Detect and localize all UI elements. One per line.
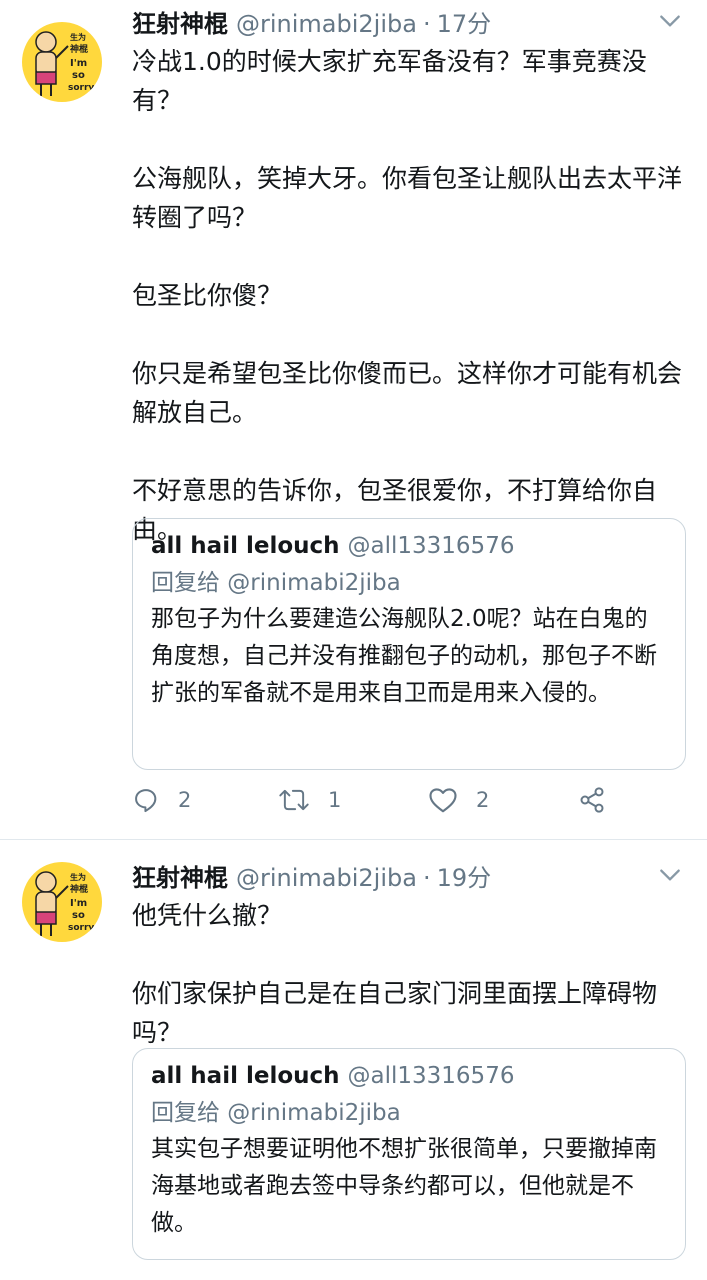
reply-to-label: 回复给 @rinimabi2jiba <box>151 570 401 596</box>
avatar-text: 神棍 <box>70 43 88 55</box>
avatar-text: 生为 <box>70 32 86 42</box>
quoted-handle: @all13316576 <box>347 533 515 559</box>
share-button[interactable] <box>578 786 624 814</box>
tweet[interactable]: 生为 神棍 I'm so sorry 狂射神棍 @rinimabi2jiba ·… <box>0 840 707 1280</box>
avatar-text: so <box>72 910 85 921</box>
heart-icon <box>429 788 457 813</box>
user-handle[interactable]: @rinimabi2jiba <box>236 864 417 892</box>
timestamp[interactable]: 17分 <box>437 4 492 39</box>
avatar-text: I'm <box>70 898 87 909</box>
quoted-text: 其实包子想要证明他不想扩张很简单，只要撤掉南海基地或者跑去签中导条约都可以，但他… <box>151 1136 657 1236</box>
tweet-paragraph: 包圣比你傻？ <box>132 281 283 310</box>
retweet-count: 1 <box>328 788 342 812</box>
tweet[interactable]: 生为 神棍 I'm so sorry 狂射神棍 @rinimabi2jiba ·… <box>0 0 707 840</box>
reply-count: 2 <box>178 788 192 812</box>
quoted-display-name: all hail lelouch <box>151 533 340 559</box>
tweet-actions: 2 1 2 <box>132 786 612 826</box>
user-handle[interactable]: @rinimabi2jiba <box>236 10 417 38</box>
quoted-tweet[interactable]: all hail lelouch @all13316576 回复给 @rinim… <box>132 518 686 770</box>
quoted-header: all hail lelouch @all13316576 <box>151 1063 667 1089</box>
tweet-header: 狂射神棍 @rinimabi2jiba · 17分 <box>132 4 683 40</box>
quoted-tweet[interactable]: all hail lelouch @all13316576 回复给 @rinim… <box>132 1048 686 1260</box>
avatar-text: 神棍 <box>70 883 88 895</box>
timestamp[interactable]: 19分 <box>437 858 492 893</box>
like-count: 2 <box>476 788 490 812</box>
separator-dot: · <box>422 10 431 38</box>
like-button[interactable]: 2 <box>428 786 489 814</box>
reply-icon <box>135 789 157 813</box>
tweet-paragraph: 他凭什么撤？ <box>132 901 283 930</box>
avatar-text: 生为 <box>70 872 86 882</box>
chevron-down-icon[interactable] <box>657 862 683 888</box>
avatar[interactable]: 生为 神棍 I'm so sorry <box>22 22 102 102</box>
avatar-text: I'm <box>70 58 87 69</box>
avatar-text: so <box>72 70 85 81</box>
retweet-icon <box>279 789 309 811</box>
share-icon <box>580 787 604 813</box>
quoted-handle: @all13316576 <box>347 1063 515 1089</box>
separator-dot: · <box>422 864 431 892</box>
quoted-text: 那包子为什么要建造公海舰队2.0呢？站在白鬼的角度想，自己并没有推翻包子的动机，… <box>151 606 657 706</box>
tweet-text: 冷战1.0的时候大家扩充军备没有？军事竞赛没有？ 公海舰队，笑掉大牙。你看包圣让… <box>132 42 683 549</box>
avatar-illustration: 生为 神棍 I'm so sorry <box>35 31 94 96</box>
display-name[interactable]: 狂射神棍 <box>132 858 228 893</box>
tweet-paragraph: 你只是希望包圣比你傻而已。这样你才可能有机会解放自己。 <box>132 359 683 427</box>
tweet-paragraph: 你们家保护自己是在自己家门洞里面摆上障碍物吗？ <box>132 979 658 1047</box>
avatar-illustration: 生为 神棍 I'm so sorry <box>35 871 94 936</box>
avatar-text: sorry <box>68 923 94 933</box>
tweet-paragraph: 冷战1.0的时候大家扩充军备没有？军事竞赛没有？ <box>132 47 647 115</box>
chevron-down-icon[interactable] <box>657 8 683 34</box>
quoted-header: all hail lelouch @all13316576 <box>151 533 667 559</box>
avatar-text: sorry <box>68 83 94 93</box>
avatar[interactable]: 生为 神棍 I'm so sorry <box>22 862 102 942</box>
tweet-paragraph: 公海舰队，笑掉大牙。你看包圣让舰队出去太平洋转圈了吗？ <box>132 164 683 232</box>
tweet-header: 狂射神棍 @rinimabi2jiba · 19分 <box>132 858 683 894</box>
tweet-text: 他凭什么撤？ 你们家保护自己是在自己家门洞里面摆上障碍物吗？ <box>132 896 683 1052</box>
quoted-display-name: all hail lelouch <box>151 1063 340 1089</box>
reply-to-label: 回复给 @rinimabi2jiba <box>151 1100 401 1126</box>
retweet-button[interactable]: 1 <box>278 786 341 814</box>
display-name[interactable]: 狂射神棍 <box>132 4 228 39</box>
reply-button[interactable]: 2 <box>132 786 191 814</box>
